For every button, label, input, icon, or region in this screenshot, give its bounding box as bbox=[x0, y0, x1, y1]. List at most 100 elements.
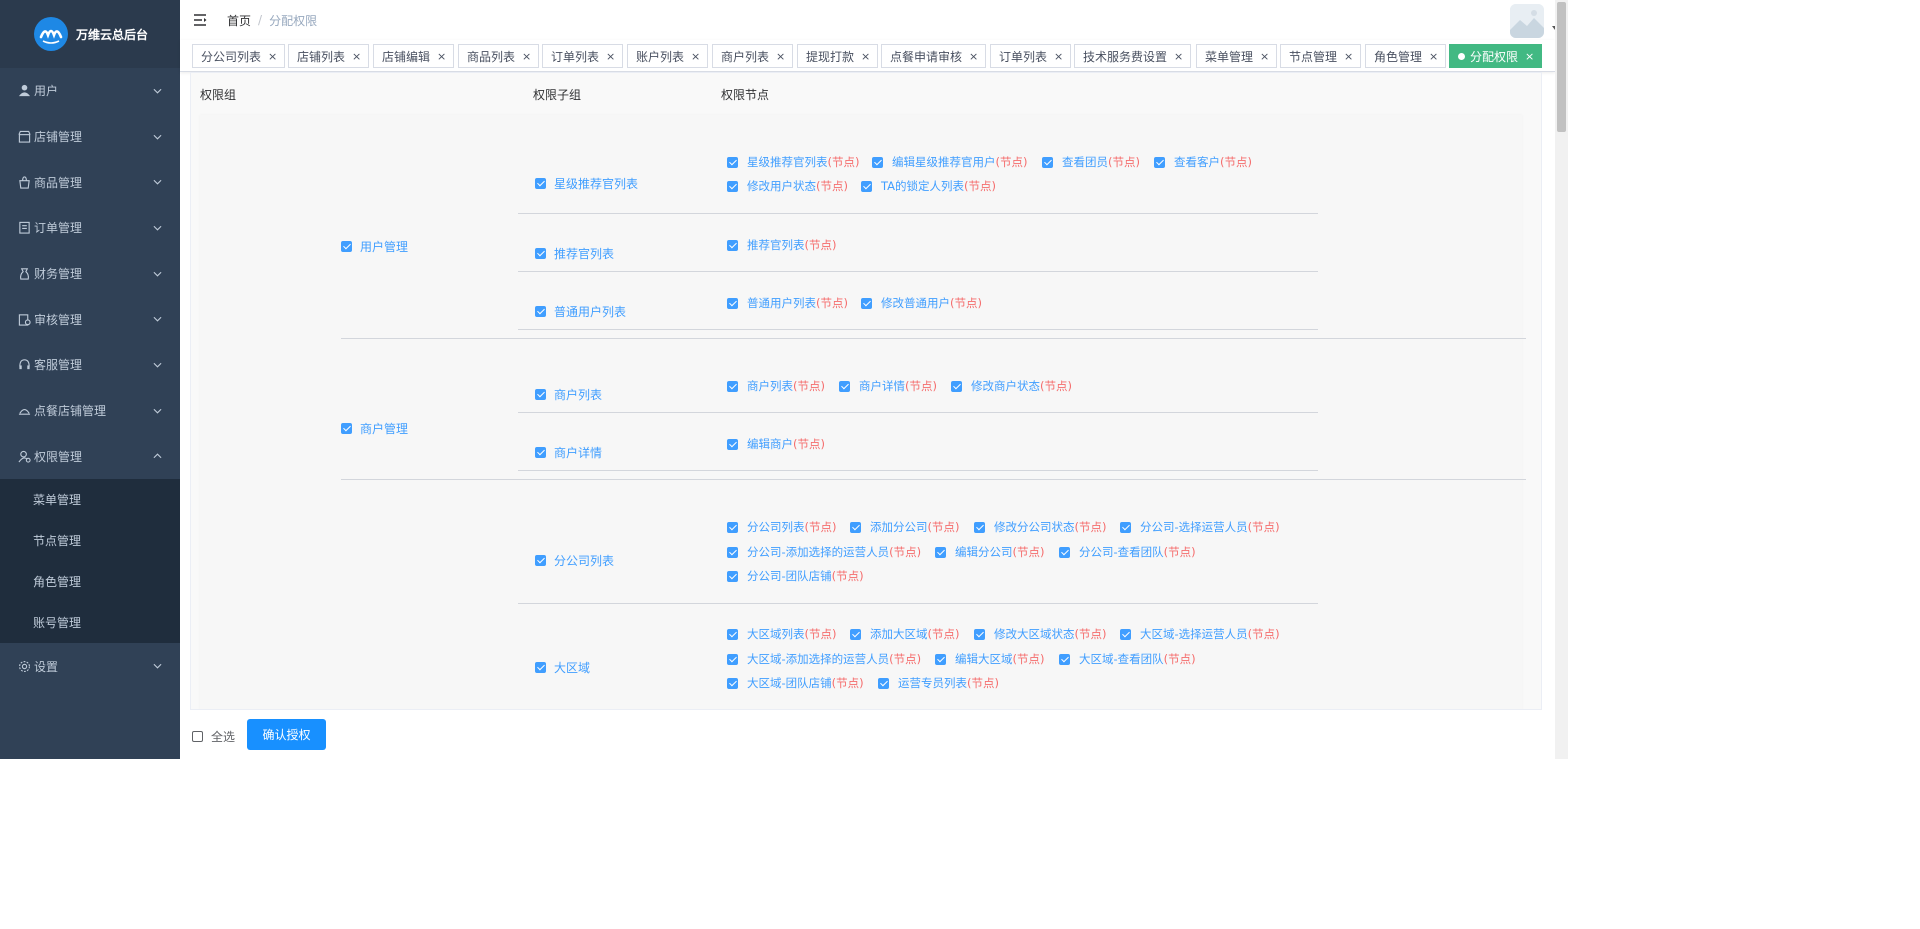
close-icon[interactable]: × bbox=[1054, 50, 1063, 63]
node-checkbox[interactable]: 大区域-选择运营人员 (节点) bbox=[1120, 626, 1280, 642]
sidebar-item-orders[interactable]: 订单管理 bbox=[0, 205, 180, 251]
node-checkbox[interactable]: 修改普通用户 (节点) bbox=[861, 295, 982, 311]
node-checkbox[interactable]: 编辑分公司 (节点) bbox=[935, 544, 1044, 560]
tag-item[interactable]: 提现打款 × bbox=[797, 44, 879, 68]
checkbox[interactable] bbox=[727, 156, 738, 168]
sidebar-item-permission[interactable]: 权限管理 bbox=[0, 434, 180, 480]
checkbox[interactable] bbox=[1042, 156, 1053, 168]
checkbox[interactable] bbox=[727, 521, 738, 533]
node-checkbox[interactable]: 查看客户 (节点) bbox=[1154, 154, 1252, 170]
node-checkbox[interactable]: 编辑商户 (节点) bbox=[727, 436, 825, 452]
node-checkbox[interactable]: 推荐官列表 (节点) bbox=[727, 237, 836, 253]
sidebar-item-user[interactable]: 用户 bbox=[0, 68, 180, 114]
checkbox[interactable] bbox=[878, 677, 889, 689]
node-checkbox[interactable]: 修改大区域状态 (节点) bbox=[974, 626, 1106, 642]
checkbox[interactable] bbox=[535, 389, 546, 400]
node-checkbox[interactable]: 商户列表 (节点) bbox=[727, 378, 825, 394]
breadcrumb-home[interactable]: 首页 bbox=[227, 12, 251, 29]
tag-item[interactable]: 商户列表 × bbox=[712, 44, 794, 68]
close-icon[interactable]: × bbox=[1344, 50, 1353, 63]
checkbox[interactable] bbox=[1059, 546, 1070, 558]
checkbox[interactable] bbox=[861, 297, 872, 309]
node-checkbox[interactable]: 分公司列表 (节点) bbox=[727, 519, 836, 535]
checkbox[interactable] bbox=[727, 380, 738, 392]
checkbox[interactable] bbox=[535, 306, 546, 317]
subgroup-checkbox[interactable]: 商户详情 bbox=[535, 444, 602, 461]
close-icon[interactable]: × bbox=[776, 50, 785, 63]
node-checkbox[interactable]: 大区域列表 (节点) bbox=[727, 626, 836, 642]
group-checkbox-user[interactable]: 用户管理 bbox=[341, 238, 408, 255]
hamburger-icon[interactable] bbox=[193, 13, 207, 27]
node-checkbox[interactable]: 编辑星级推荐官用户 (节点) bbox=[872, 154, 1027, 170]
tag-item[interactable]: 店铺编辑 × bbox=[373, 44, 455, 68]
node-checkbox[interactable]: 大区域-团队店铺 (节点) bbox=[727, 675, 864, 691]
node-checkbox[interactable]: 分公司-团队店铺 (节点) bbox=[727, 568, 864, 584]
checkbox[interactable] bbox=[1120, 628, 1131, 640]
subgroup-checkbox[interactable]: 大区域 bbox=[535, 659, 590, 676]
checkbox[interactable] bbox=[974, 628, 985, 640]
checkbox[interactable] bbox=[727, 653, 738, 665]
checkbox[interactable] bbox=[341, 423, 352, 434]
sidebar-item-dining[interactable]: 点餐店铺管理 bbox=[0, 388, 180, 434]
tag-item[interactable]: 订单列表 × bbox=[542, 44, 624, 68]
checkbox[interactable] bbox=[1154, 156, 1165, 168]
close-icon[interactable]: × bbox=[861, 50, 870, 63]
checkbox[interactable] bbox=[850, 628, 861, 640]
select-all-checkbox[interactable]: 全选 bbox=[192, 728, 235, 745]
checkbox[interactable] bbox=[341, 241, 352, 252]
node-checkbox[interactable]: 修改商户状态 (节点) bbox=[951, 378, 1072, 394]
checkbox[interactable] bbox=[535, 178, 546, 189]
avatar[interactable] bbox=[1510, 4, 1544, 38]
confirm-authorize-button[interactable]: 确认授权 bbox=[247, 719, 326, 750]
tag-item[interactable]: 点餐申请审核 × bbox=[881, 44, 987, 68]
checkbox[interactable] bbox=[861, 180, 872, 192]
checkbox[interactable] bbox=[727, 180, 738, 192]
node-checkbox[interactable]: 商户详情 (节点) bbox=[839, 378, 937, 394]
node-checkbox[interactable]: 添加分公司 (节点) bbox=[850, 519, 959, 535]
close-icon[interactable]: × bbox=[352, 50, 361, 63]
subgroup-checkbox[interactable]: 普通用户列表 bbox=[535, 303, 626, 320]
subgroup-checkbox[interactable]: 商户列表 bbox=[535, 386, 602, 403]
checkbox[interactable] bbox=[727, 239, 738, 251]
node-checkbox[interactable]: 修改分公司状态 (节点) bbox=[974, 519, 1106, 535]
checkbox[interactable] bbox=[839, 380, 850, 392]
subgroup-checkbox[interactable]: 推荐官列表 bbox=[535, 245, 614, 262]
tag-item[interactable]: 账户列表 × bbox=[627, 44, 709, 68]
sidebar-subitem-role[interactable]: 角色管理 bbox=[0, 561, 180, 602]
close-icon[interactable]: × bbox=[437, 50, 446, 63]
close-icon[interactable]: × bbox=[522, 50, 531, 63]
node-checkbox[interactable]: 分公司-选择运营人员 (节点) bbox=[1120, 519, 1280, 535]
tag-item[interactable]: 菜单管理 × bbox=[1196, 44, 1278, 68]
checkbox[interactable] bbox=[535, 447, 546, 458]
node-checkbox[interactable]: 运营专员列表 (节点) bbox=[878, 675, 999, 691]
tag-item[interactable]: 商品列表 × bbox=[458, 44, 540, 68]
close-icon[interactable]: × bbox=[1260, 50, 1269, 63]
close-icon[interactable]: × bbox=[1174, 50, 1183, 63]
close-icon[interactable]: × bbox=[1429, 50, 1438, 63]
checkbox[interactable] bbox=[935, 546, 946, 558]
node-checkbox[interactable]: 星级推荐官列表 (节点) bbox=[727, 154, 859, 170]
checkbox[interactable] bbox=[872, 156, 883, 168]
tag-item-active[interactable]: 分配权限 × bbox=[1449, 44, 1543, 68]
sidebar-subitem-account[interactable]: 账号管理 bbox=[0, 602, 180, 643]
node-checkbox[interactable]: 分公司-添加选择的运营人员 (节点) bbox=[727, 544, 921, 560]
tag-item[interactable]: 店铺列表 × bbox=[288, 44, 370, 68]
node-checkbox[interactable]: 大区域-查看团队 (节点) bbox=[1059, 651, 1196, 667]
checkbox[interactable] bbox=[951, 380, 962, 392]
close-icon[interactable]: × bbox=[606, 50, 615, 63]
sidebar-item-audit[interactable]: 审核管理 bbox=[0, 296, 180, 342]
subgroup-checkbox[interactable]: 星级推荐官列表 bbox=[535, 175, 638, 192]
checkbox[interactable] bbox=[535, 555, 546, 566]
close-icon[interactable]: × bbox=[1525, 50, 1534, 63]
checkbox[interactable] bbox=[1120, 521, 1131, 533]
checkbox[interactable] bbox=[850, 521, 861, 533]
close-icon[interactable]: × bbox=[691, 50, 700, 63]
node-checkbox[interactable]: 编辑大区域 (节点) bbox=[935, 651, 1044, 667]
node-checkbox[interactable]: 查看团员 (节点) bbox=[1042, 154, 1140, 170]
node-checkbox[interactable]: 普通用户列表 (节点) bbox=[727, 295, 848, 311]
checkbox[interactable] bbox=[935, 653, 946, 665]
node-checkbox[interactable]: TA的锁定人列表 (节点) bbox=[861, 178, 996, 194]
sidebar-item-store[interactable]: 店铺管理 bbox=[0, 114, 180, 160]
checkbox[interactable] bbox=[727, 297, 738, 309]
close-icon[interactable]: × bbox=[969, 50, 978, 63]
